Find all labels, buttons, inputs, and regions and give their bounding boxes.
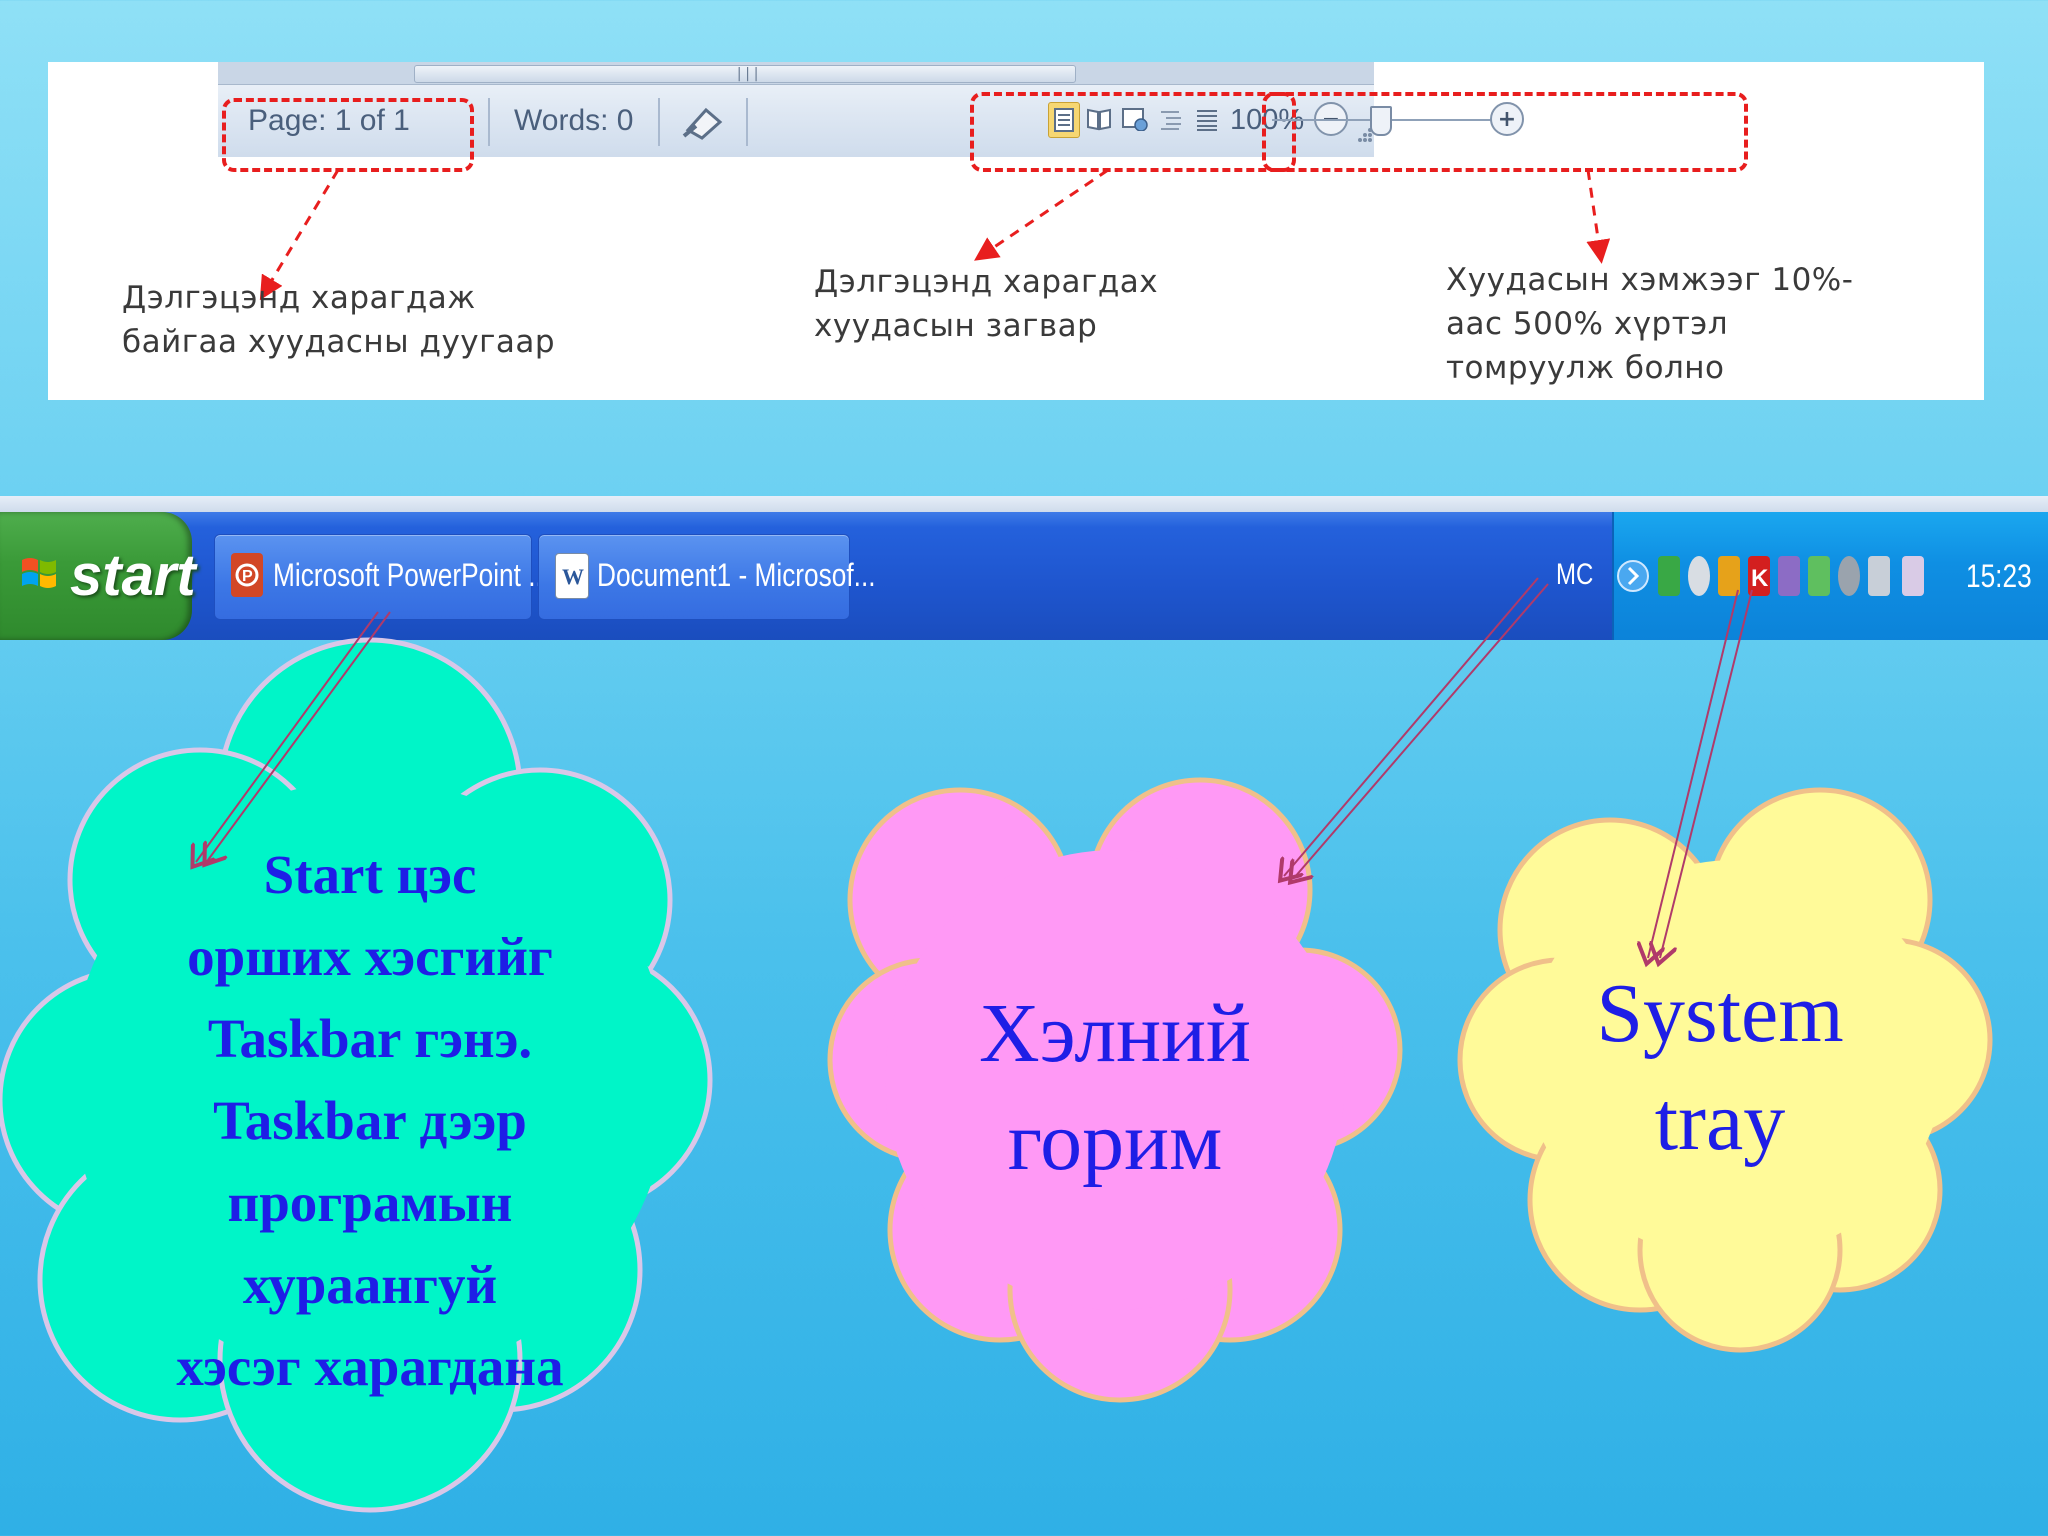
arrow-language-b — [1294, 583, 1549, 878]
language-mode-text: Хэлний горим — [979, 987, 1251, 1188]
arrow-language-a — [1284, 577, 1539, 876]
taskbar-description-text: Start цэс орших хэсгийг Taskbar гэнэ. Ta… — [176, 844, 564, 1397]
system-tray-text: System tray — [1596, 967, 1844, 1168]
